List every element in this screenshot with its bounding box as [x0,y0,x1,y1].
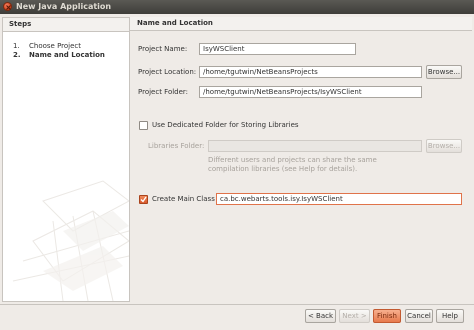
create-main-class-label: Create Main Class [152,195,215,203]
project-location-label: Project Location: [138,68,197,76]
libraries-folder-label: Libraries Folder: [148,142,205,150]
steps-panel: Steps 1. Choose Project 2. Name and Locati… [2,17,130,302]
project-folder-input[interactable] [199,86,422,98]
button-bar-separator [0,304,474,305]
libraries-hint: Different users and projects can share t… [208,156,377,173]
panel-header: Name and Location [130,17,472,31]
project-name-label: Project Name: [138,45,188,53]
dedicated-folder-label: Use Dedicated Folder for Storing Librari… [152,121,299,129]
title-bar: New Java Application [0,0,474,15]
window-title: New Java Application [16,2,112,11]
dedicated-folder-checkbox[interactable] [139,121,148,130]
help-button[interactable]: Help [436,309,464,323]
wizard-dialog: Steps 1. Choose Project 2. Name and Locati… [0,14,474,330]
main-class-input[interactable] [216,193,462,205]
back-button[interactable]: < Back [305,309,336,323]
project-name-input[interactable] [199,43,356,55]
steps-header: Steps [3,18,129,32]
project-folder-label: Project Folder: [138,88,189,96]
step-label: Choose Project [29,42,82,50]
step-choose-project: 1. Choose Project [13,42,81,51]
project-location-input[interactable] [199,66,422,78]
close-window-icon[interactable] [3,2,12,11]
finish-button[interactable]: Finish [373,309,401,323]
step-label: Name and Location [29,51,105,59]
step-name-and-location: 2. Name and Location [13,51,105,60]
name-location-panel: Name and Location Project Name: Project … [130,17,472,302]
step-number: 1. [13,42,20,50]
browse-libraries-button[interactable]: Browse... [426,139,462,153]
step-number: 2. [13,51,21,59]
browse-location-button[interactable]: Browse... [426,65,462,79]
wizard-graphic-icon [12,180,129,301]
cancel-button[interactable]: Cancel [405,309,433,323]
libraries-folder-input[interactable] [208,140,422,152]
next-button[interactable]: Next > [339,309,370,323]
create-main-class-checkbox[interactable] [139,195,148,204]
